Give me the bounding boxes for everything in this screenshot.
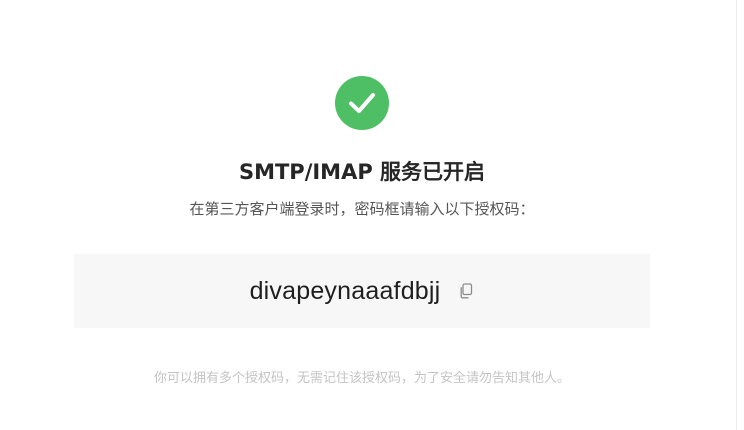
check-circle-icon — [335, 76, 389, 130]
copy-icon[interactable] — [459, 283, 473, 299]
auth-code-page: SMTP/IMAP 服务已开启 在第三方客户端登录时，密码框请输入以下授权码： … — [0, 0, 744, 430]
scrollbar-track[interactable] — [736, 0, 744, 430]
status-title: SMTP/IMAP 服务已开启 — [238, 160, 486, 184]
check-mark-icon — [349, 93, 375, 113]
auth-code-box: divapeynaaafdbjj — [74, 254, 650, 328]
copy-button[interactable] — [458, 282, 474, 300]
auth-code-value[interactable]: divapeynaaafdbjj — [250, 277, 441, 306]
status-subtitle: 在第三方客户端登录时，密码框请输入以下授权码： — [189, 200, 535, 218]
security-note: 你可以拥有多个授权码，无需记住该授权码，为了安全请勿告知其他人。 — [153, 371, 570, 386]
